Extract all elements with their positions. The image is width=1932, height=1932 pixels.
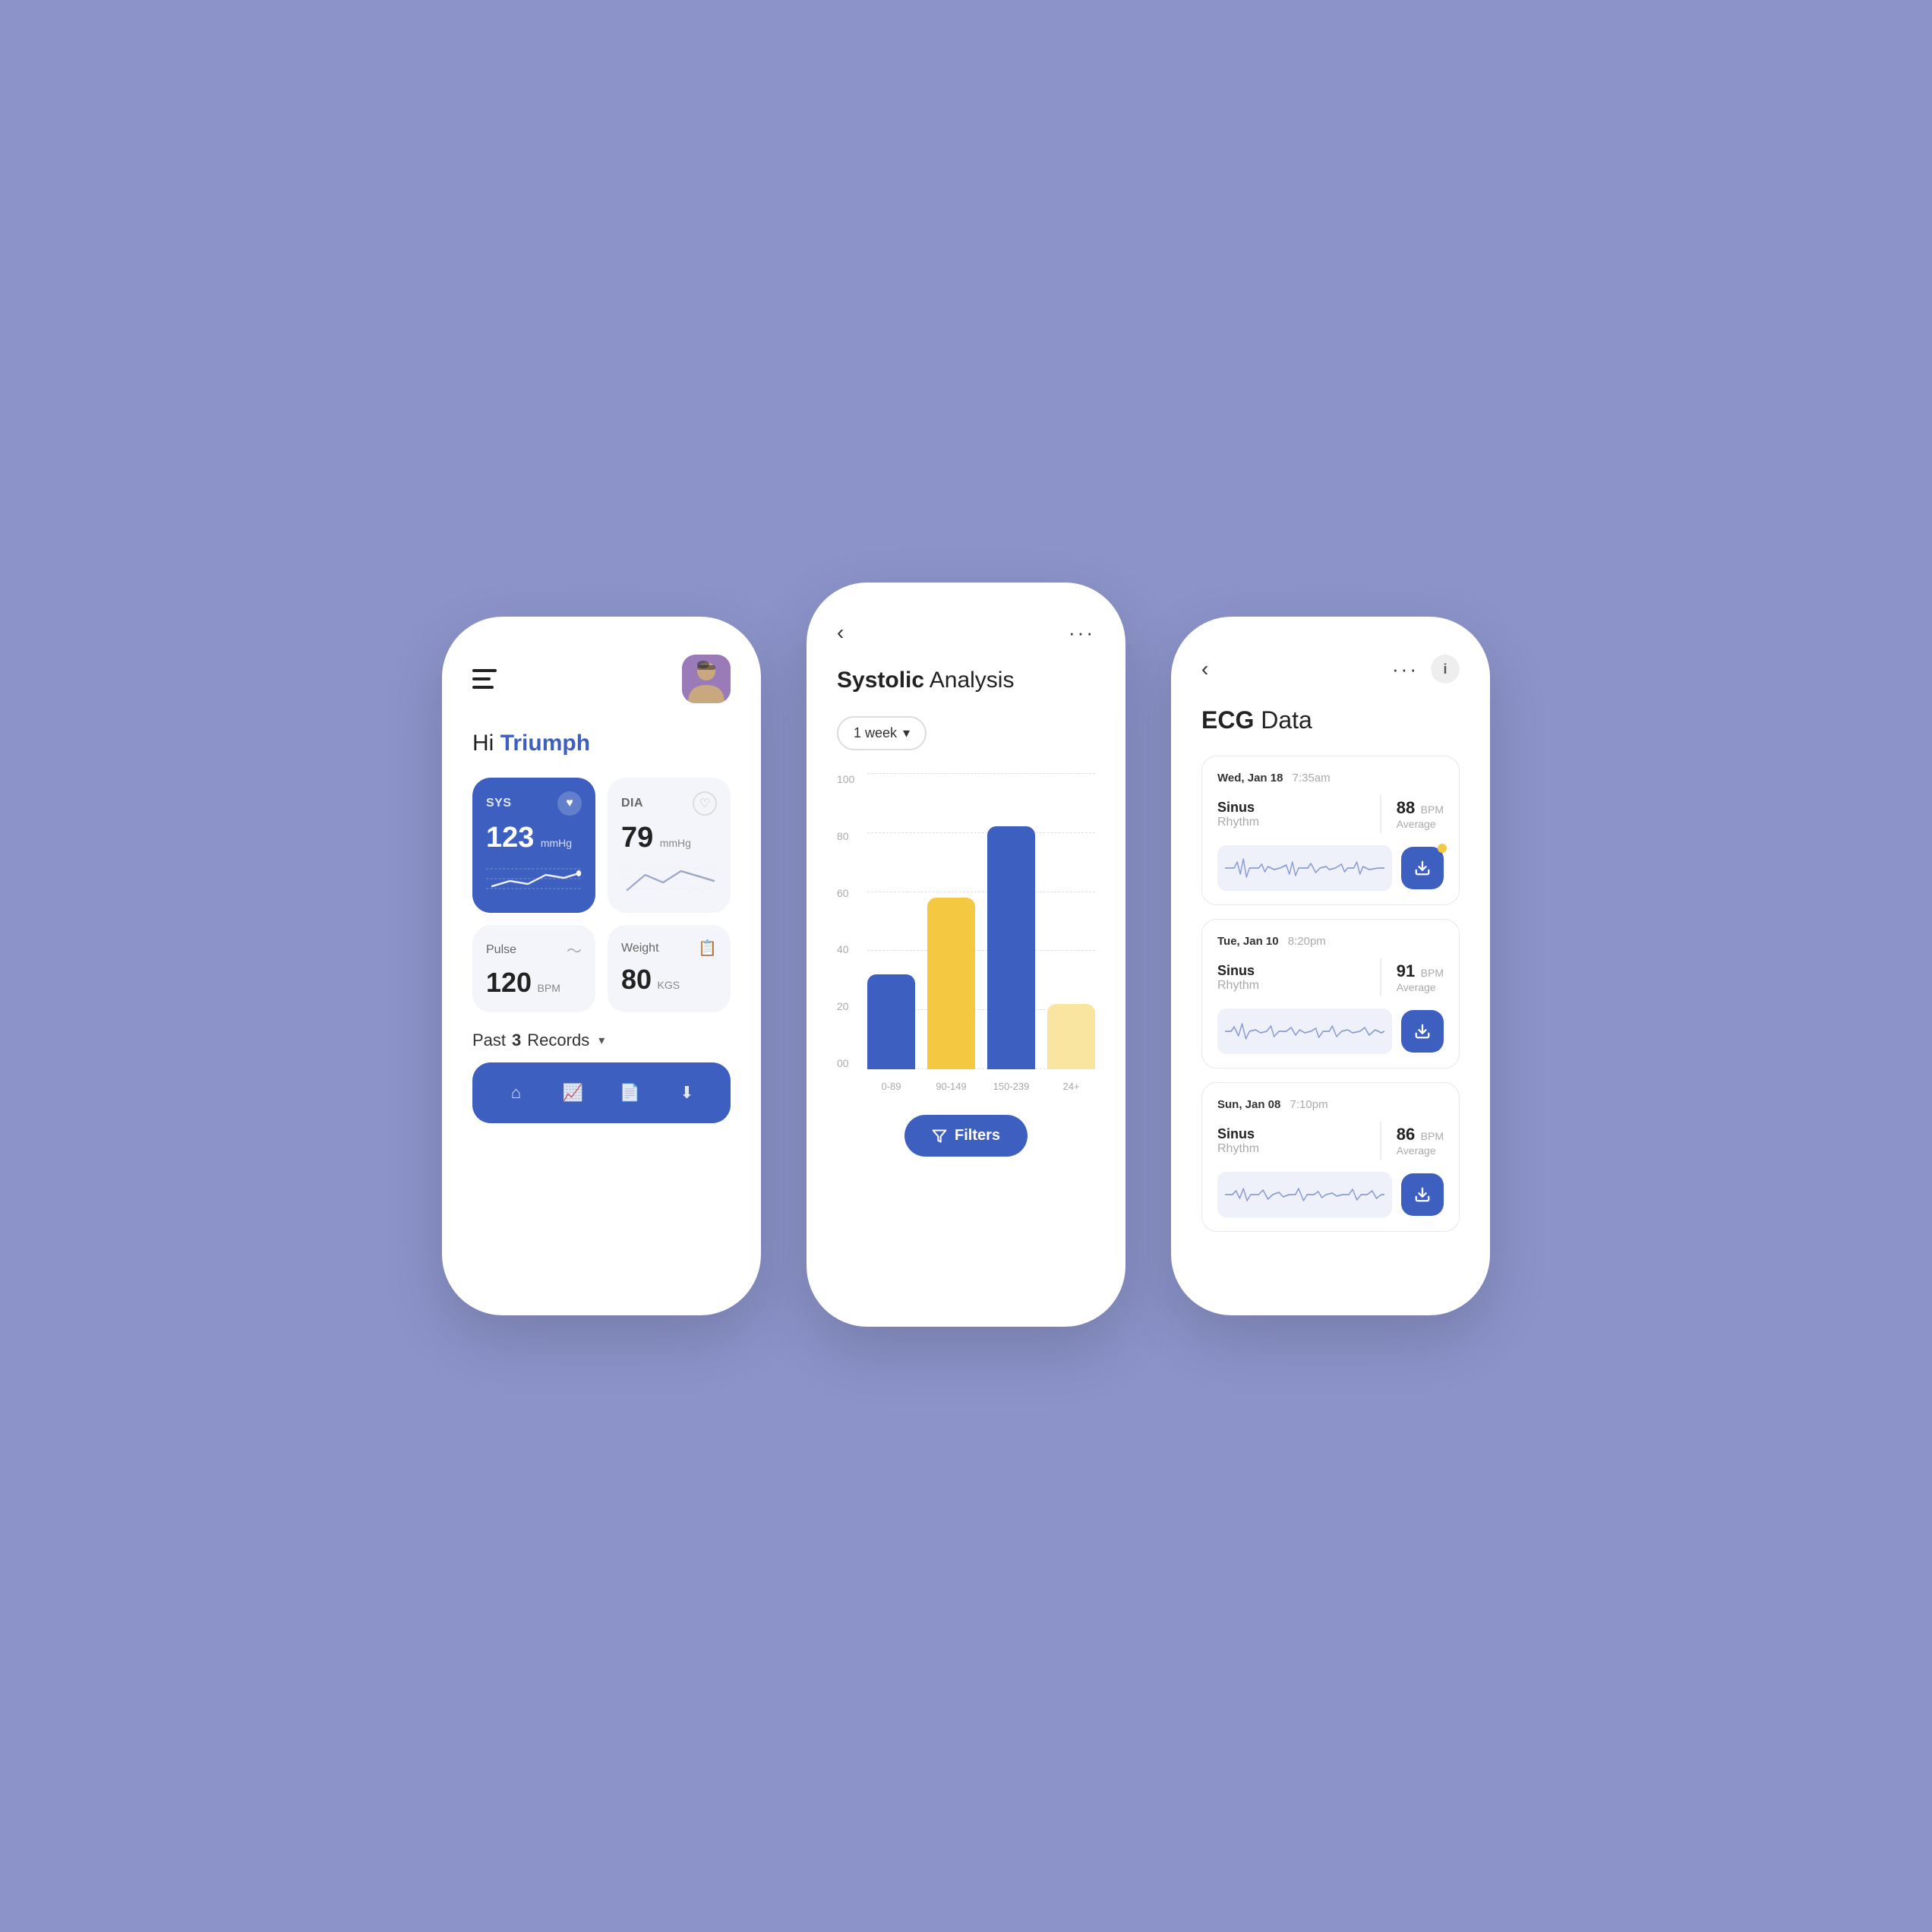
more-options-button-p3[interactable]: ··· [1392,658,1419,681]
week-dropdown[interactable]: 1 week ▾ [837,716,927,750]
ecg-download-button-1[interactable] [1401,1010,1444,1053]
heart-icon[interactable]: ♥ [557,791,582,816]
dropdown-chevron-icon: ▾ [903,725,910,741]
ecg-download-button-2[interactable] [1401,1173,1444,1216]
weight-card: Weight 📋 80 KGS [608,925,731,1012]
nav-home-icon[interactable]: ⌂ [500,1076,533,1110]
greeting-text: Hi Triumph [472,731,731,756]
download-icon-2 [1414,1186,1431,1203]
pulse-icon: 〜 [567,939,582,961]
download-icon-0 [1414,860,1431,876]
ecg-waveform-0 [1217,845,1392,891]
pulse-card: Pulse 〜 120 BPM [472,925,595,1012]
ecg-download-button-0[interactable] [1401,847,1444,889]
nav-document-icon[interactable]: 📄 [614,1076,647,1110]
past-records-header[interactable]: Past 3 Records ▾ [472,1031,731,1050]
bar-chart: 00 20 40 60 80 100 0-89 90-149 [837,773,1095,1092]
nav-download-icon[interactable]: ⬇ [671,1076,704,1110]
download-icon-1 [1414,1023,1431,1040]
ecg-date-1: Tue, Jan 10 8:20pm [1217,935,1444,948]
back-button[interactable]: ‹ [837,620,844,645]
ecg-wave-row-0 [1217,845,1444,891]
sys-card: SYS ♥ 123 mmHg [472,778,595,913]
ecg-divider-0 [1380,795,1381,833]
ecg-divider-2 [1380,1122,1381,1160]
ecg-wave-row-1 [1217,1009,1444,1054]
sys-label: SYS [486,797,512,810]
bar-150-239 [987,773,1035,1069]
ecg-date-2: Sun, Jan 08 7:10pm [1217,1098,1444,1111]
weight-icon: 📋 [698,939,717,958]
phone3-header: ‹ ··· i [1201,655,1460,683]
top-cards-row: SYS ♥ 123 mmHg DIA ♡ [472,778,731,913]
dia-label: DIA [621,797,643,810]
ecg-date-0: Wed, Jan 18 7:35am [1217,772,1444,784]
ecg-wave-row-2 [1217,1172,1444,1217]
ecg-waveform-2 [1217,1172,1392,1217]
bar-24plus [1047,773,1095,1069]
weight-label: Weight [621,942,659,955]
bottom-cards-row: Pulse 〜 120 BPM Weight 📋 80 KGS [472,925,731,1012]
ecg-title: ECG Data [1201,706,1460,734]
dia-mini-chart [621,860,717,898]
info-button[interactable]: i [1431,655,1460,683]
hamburger-menu[interactable] [472,669,497,689]
ecg-divider-1 [1380,958,1381,996]
sys-mini-chart [486,860,582,898]
chart-y-labels: 00 20 40 60 80 100 [837,773,864,1069]
dia-unit: mmHg [660,837,691,849]
bottom-nav: ⌂ 📈 📄 ⬇ [472,1062,731,1123]
ecg-bpm-2: 86 BPM Average [1397,1125,1444,1157]
bar-90-149 [927,773,975,1069]
more-options-button[interactable]: ··· [1069,621,1095,645]
weight-unit: KGS [658,979,680,991]
chart-x-labels: 0-89 90-149 150-239 24+ [867,1081,1095,1092]
dia-value: 79 [621,822,653,854]
ecg-rhythm-1: Sinus Rhythm [1217,963,1365,993]
download-dot-0 [1438,844,1447,853]
pulse-label: Pulse [486,943,516,957]
phone2-header: ‹ ··· [837,620,1095,645]
ecg-record-1: Tue, Jan 10 8:20pm Sinus Rhythm 91 BPM A… [1201,919,1460,1069]
nav-stats-icon[interactable]: 📈 [557,1076,590,1110]
ecg-record-2: Sun, Jan 08 7:10pm Sinus Rhythm 86 BPM A… [1201,1082,1460,1232]
ecg-record-0: Wed, Jan 18 7:35am Sinus Rhythm 88 BPM A… [1201,756,1460,905]
back-button-p3[interactable]: ‹ [1201,657,1208,681]
filter-icon [932,1129,947,1144]
analysis-title: Systolic Analysis [837,668,1095,693]
sys-unit: mmHg [541,837,572,849]
sys-value: 123 [486,822,534,854]
ecg-rhythm-2: Sinus Rhythm [1217,1126,1365,1156]
pulse-value: 120 [486,967,532,998]
ecg-rhythm-0: Sinus Rhythm [1217,800,1365,829]
weight-value: 80 [621,964,652,995]
pulse-unit: BPM [538,982,560,994]
phone-1: Hi Triumph SYS ♥ 123 mmHg [442,617,761,1315]
ecg-bpm-1: 91 BPM Average [1397,961,1444,993]
chart-bars [867,773,1095,1069]
heart-outline-icon[interactable]: ♡ [693,791,717,816]
filters-button[interactable]: Filters [904,1115,1028,1157]
chevron-down-icon: ▾ [598,1033,605,1048]
avatar[interactable] [682,655,731,703]
phone-2: ‹ ··· Systolic Analysis 1 week ▾ 00 20 4… [807,582,1125,1327]
dia-card: DIA ♡ 79 mmHg [608,778,731,913]
phone-3: ‹ ··· i ECG Data Wed, Jan 18 7:35am Sinu… [1171,617,1490,1315]
bar-0-89 [867,773,915,1069]
ecg-waveform-1 [1217,1009,1392,1054]
phone1-header [472,655,731,703]
ecg-bpm-0: 88 BPM Average [1397,798,1444,830]
